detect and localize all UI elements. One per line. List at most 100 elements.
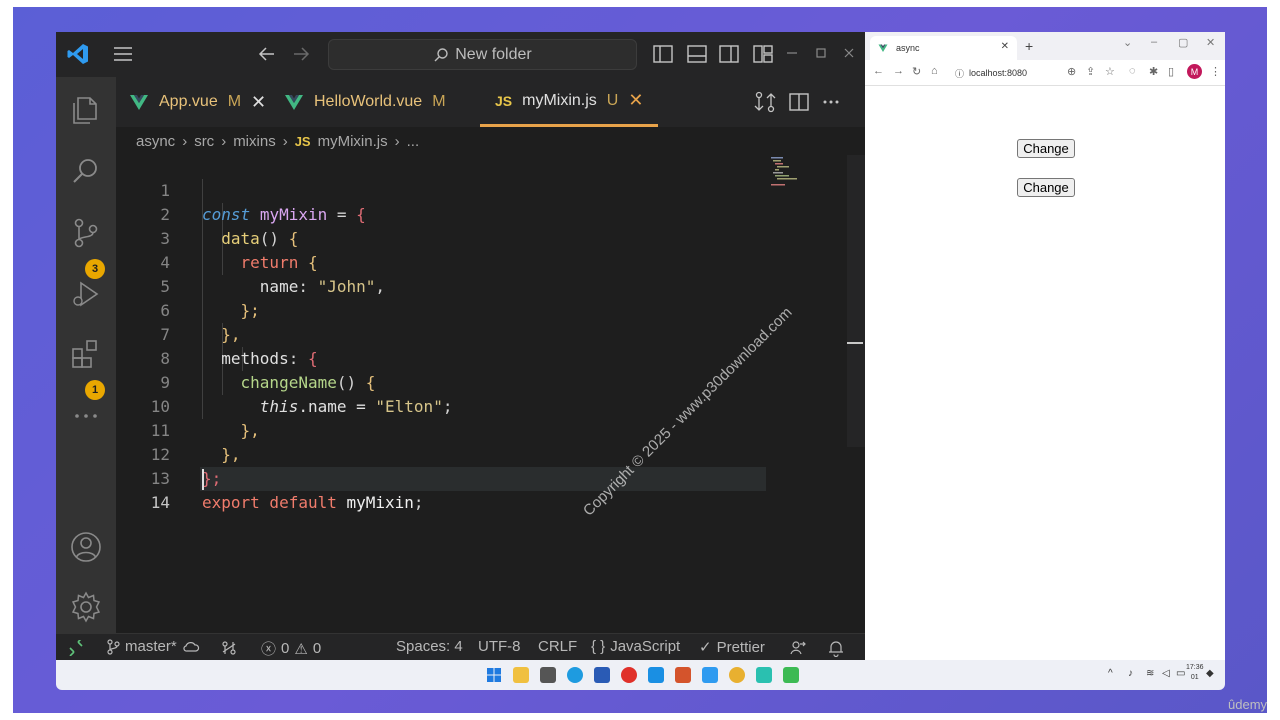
remote-indicator-icon[interactable] [68,640,84,656]
warning-icon: ⚠ [294,640,308,658]
back-arrow-icon[interactable] [256,43,278,65]
accounts-icon[interactable] [69,530,103,564]
edge-browser-icon[interactable] [567,667,583,683]
profile-avatar[interactable]: M [1187,64,1202,79]
battery-icon[interactable]: ▭ [1176,668,1185,679]
forward-arrow-icon[interactable] [290,43,312,65]
tab-app-vue[interactable]: App.vue M ✕ [129,77,266,127]
branch-status[interactable]: master* [106,638,200,655]
prettier-status[interactable]: ✓ Prettier [699,638,765,657]
volume-icon[interactable]: ◁ [1162,668,1170,679]
source-control-icon[interactable] [69,216,103,250]
toggle-secondary-sidebar-icon[interactable] [718,43,740,65]
change-button[interactable]: Change [1017,139,1075,158]
status-bar: master* ⓧ 0 ⚠ 0 Spaces: 4 UTF-8 CRLF { } [56,633,865,660]
address-bar[interactable]: ⓘ localhost:8080 [955,63,1155,83]
change-button[interactable]: Change [1017,178,1075,197]
toggle-primary-sidebar-icon[interactable] [652,43,674,65]
vertical-scrollbar[interactable] [847,155,865,447]
tab-mymixin-js[interactable]: JS myMixin.js U ✕ [480,77,659,127]
powerpoint-icon[interactable] [675,667,691,683]
breadcrumb-item[interactable]: async [136,133,175,150]
indentation-status[interactable]: Spaces: 4 [396,638,463,655]
maximize-icon[interactable]: ▢ [1178,36,1188,49]
split-editor-icon[interactable] [788,91,810,113]
chevron-right-icon: › [282,132,288,150]
windows-start-icon[interactable] [486,667,502,683]
breadcrumb-item[interactable]: src [194,133,214,150]
bookmark-star-icon[interactable]: ☆ [1105,65,1115,78]
tab-helloworld-vue[interactable]: HelloWorld.vue M [284,77,446,127]
minimize-icon[interactable]: – [1151,36,1157,48]
breadcrumb-item[interactable]: mixins [233,133,276,150]
code-token: myMixin [336,493,414,512]
app-icon[interactable] [756,667,772,683]
side-panel-icon[interactable]: ▯ [1168,65,1174,78]
app-icon[interactable] [783,667,799,683]
browser-window: async ✕ + ⌄ – ▢ ✕ ← → ↻ ⌂ ⓘ localhost:80… [865,32,1225,660]
more-actions-icon[interactable] [69,399,103,433]
toggle-panel-icon[interactable] [686,43,708,65]
run-debug-icon[interactable] [69,277,103,311]
warning-count: 0 [312,640,322,657]
code-line: 1 const myMixin = { [116,155,766,224]
close-window-icon[interactable] [840,44,858,62]
code-line: 11 }, [116,395,766,464]
git-graph-icon[interactable] [221,640,237,656]
breadcrumb-item[interactable]: ... [407,133,420,150]
forward-arrow-icon[interactable]: → [893,65,904,77]
extensions-badge: 1 [85,380,105,400]
open-changes-icon[interactable] [754,91,776,113]
app-icon[interactable] [540,667,556,683]
code-line: 13 export default myMixin; [116,443,766,512]
maximize-icon[interactable] [812,44,830,62]
tab-search-chevron-icon[interactable]: ⌄ [1123,36,1132,49]
close-tab-icon[interactable]: ✕ [251,92,266,113]
editor-tabs: App.vue M ✕ HelloWorld.vue M JS myMixin.… [116,77,865,127]
chrome-icon[interactable] [729,667,745,683]
wifi-icon[interactable]: ≋ [1146,668,1154,679]
search-sidebar-icon[interactable] [69,154,103,188]
more-editor-actions-icon[interactable] [820,91,842,113]
notification-icon[interactable]: ◆ [1206,668,1214,679]
hamburger-menu-icon[interactable] [112,43,134,65]
explorer-icon[interactable] [69,93,103,127]
problems-status[interactable]: ⓧ 0 ⚠ 0 [261,638,321,659]
language-mode-status[interactable]: { } JavaScript [591,638,680,655]
close-tab-icon[interactable]: ✕ [1001,41,1009,52]
share-icon[interactable]: ⇪ [1086,65,1095,78]
settings-gear-icon[interactable] [69,590,103,624]
minimize-icon[interactable] [783,44,801,62]
close-tab-icon[interactable]: ✕ [628,90,643,111]
browser-tab[interactable]: async ✕ [870,36,1017,60]
extension-icon[interactable]: ◌ [1129,65,1136,77]
skype-icon[interactable] [648,667,664,683]
system-clock[interactable]: 17:36 01 [1186,663,1204,683]
microphone-icon[interactable]: ♪ [1128,668,1133,679]
new-tab-icon[interactable]: + [1025,38,1033,54]
back-arrow-icon[interactable]: ← [873,65,884,77]
extensions-icon[interactable] [69,337,103,371]
file-explorer-icon[interactable] [513,667,529,683]
encoding-status[interactable]: UTF-8 [478,638,521,655]
kebab-menu-icon[interactable]: ⋮ [1210,65,1221,78]
zoom-icon[interactable]: ⊕ [1067,65,1076,78]
live-share-icon[interactable] [789,639,807,657]
eol-status[interactable]: CRLF [538,638,577,655]
opera-icon[interactable] [621,667,637,683]
minimap[interactable] [769,155,809,195]
vscode-logo-icon [67,44,88,64]
store-icon[interactable] [594,667,610,683]
tray-chevron-icon[interactable]: ^ [1108,668,1113,679]
reload-icon[interactable]: ↻ [912,65,921,78]
code-editor[interactable]: 1 const myMixin = { 2 data() { 3 return … [116,155,865,633]
close-window-icon[interactable]: ✕ [1206,36,1215,49]
home-icon[interactable]: ⌂ [931,65,938,77]
code-token: ; [413,493,424,512]
vscode-taskbar-icon[interactable] [702,667,718,683]
command-center-search[interactable]: New folder [328,39,637,70]
breadcrumb-item[interactable]: myMixin.js [318,133,388,150]
puzzle-icon[interactable]: ✱ [1149,65,1158,78]
notifications-bell-icon[interactable] [827,639,845,657]
customize-layout-icon[interactable] [752,43,774,65]
